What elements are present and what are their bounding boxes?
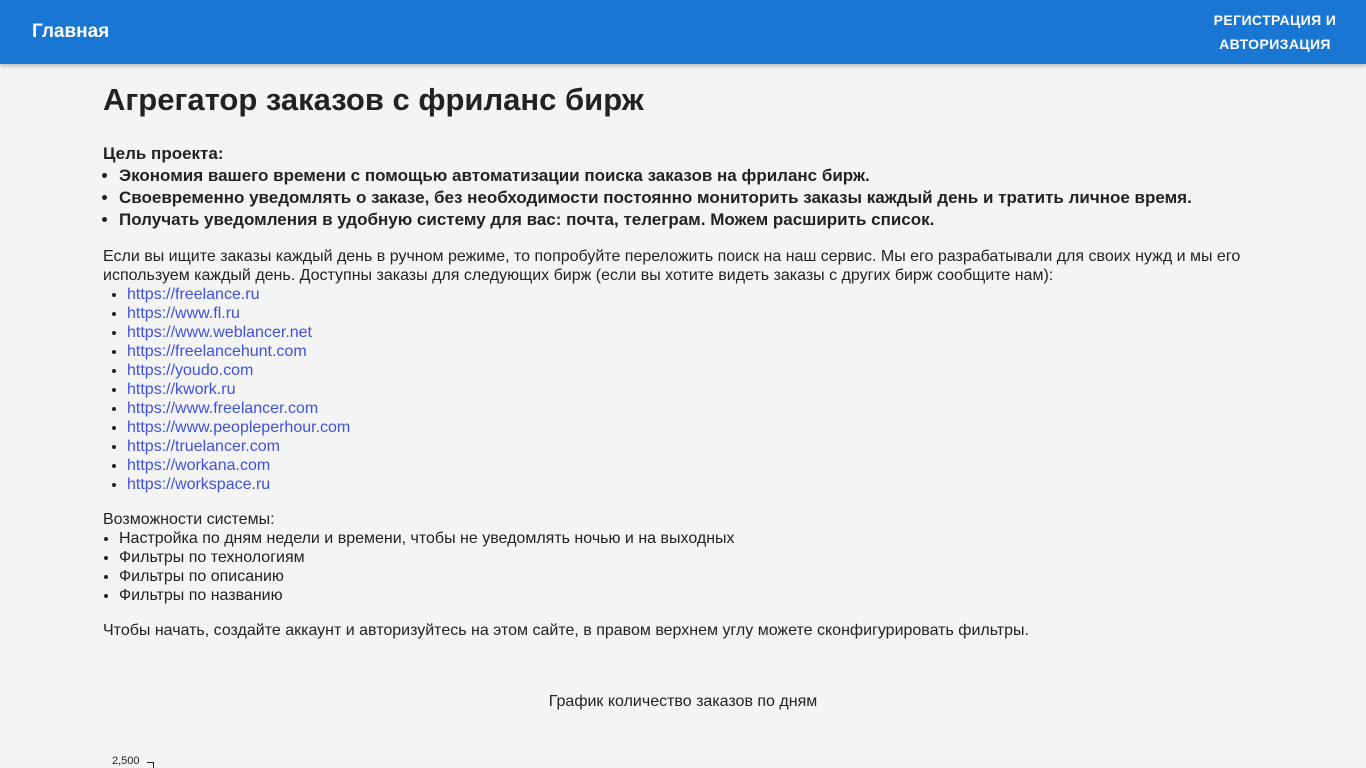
site-link-peopleperhour[interactable]: https://www.peopleperhour.com bbox=[127, 419, 350, 436]
site-link-freelancer[interactable]: https://www.freelancer.com bbox=[127, 400, 318, 417]
intro-text: Если вы ищите заказы каждый день в ручно… bbox=[103, 248, 1241, 284]
goal-item: Своевременно уведомлять о заказе, без не… bbox=[119, 187, 1263, 209]
home-link[interactable]: Главная bbox=[32, 20, 109, 44]
site-list: https://freelance.ru https://www.fl.ru h… bbox=[103, 285, 1263, 494]
start-instructions: Чтобы начать, создайте аккаунт и авториз… bbox=[103, 622, 1029, 639]
register-login-button[interactable]: РЕГИСТРАЦИЯ И АВТОРИЗАЦИЯ bbox=[1202, 8, 1348, 56]
site-item: https://workana.com bbox=[127, 456, 1263, 475]
feature-item: Настройка по дням недели и времени, чтоб… bbox=[119, 529, 1263, 548]
site-link-youdo[interactable]: https://youdo.com bbox=[127, 362, 253, 379]
goal-list: Экономия вашего времени с помощью автома… bbox=[103, 165, 1263, 231]
site-link-freelance-ru[interactable]: https://freelance.ru bbox=[127, 286, 260, 303]
goal-item: Экономия вашего времени с помощью автома… bbox=[119, 165, 1263, 187]
site-item: https://www.weblancer.net bbox=[127, 323, 1263, 342]
site-item: https://youdo.com bbox=[127, 361, 1263, 380]
chart-title: График количество заказов по дням bbox=[548, 693, 818, 710]
site-item: https://freelancehunt.com bbox=[127, 342, 1263, 361]
feature-item: Фильтры по технологиям bbox=[119, 548, 1263, 567]
site-link-weblancer[interactable]: https://www.weblancer.net bbox=[127, 324, 312, 341]
site-item: https://www.peopleperhour.com bbox=[127, 418, 1263, 437]
site-link-kwork[interactable]: https://kwork.ru bbox=[127, 381, 235, 398]
goal-item: Получать уведомления в удобную систему д… bbox=[119, 209, 1263, 231]
site-link-truelancer[interactable]: https://truelancer.com bbox=[127, 438, 280, 455]
site-item: https://workspace.ru bbox=[127, 475, 1263, 494]
site-item: https://truelancer.com bbox=[127, 437, 1263, 456]
features-title: Возможности системы: bbox=[103, 511, 275, 528]
chart-y-axis bbox=[147, 762, 154, 768]
site-link-workana[interactable]: https://workana.com bbox=[127, 457, 270, 474]
chart-y-tick-label: 2,500 bbox=[112, 755, 140, 767]
page-title: Агрегатор заказов с фриланс бирж bbox=[103, 82, 644, 117]
site-link-freelancehunt[interactable]: https://freelancehunt.com bbox=[127, 343, 307, 360]
feature-item: Фильтры по описанию bbox=[119, 567, 1263, 586]
app-bar: Главная РЕГИСТРАЦИЯ И АВТОРИЗАЦИЯ bbox=[0, 0, 1366, 64]
site-item: https://kwork.ru bbox=[127, 380, 1263, 399]
register-login-label-line1: РЕГИСТРАЦИЯ И bbox=[1213, 12, 1337, 28]
goal-title: Цель проекта: bbox=[103, 144, 224, 163]
site-item: https://freelance.ru bbox=[127, 285, 1263, 304]
site-link-workspace[interactable]: https://workspace.ru bbox=[127, 476, 270, 493]
site-item: https://www.freelancer.com bbox=[127, 399, 1263, 418]
site-link-fl-ru[interactable]: https://www.fl.ru bbox=[127, 305, 240, 322]
feature-list: Настройка по дням недели и времени, чтоб… bbox=[103, 529, 1263, 605]
main-content: Агрегатор заказов с фриланс бирж Цель пр… bbox=[103, 82, 1263, 640]
feature-item: Фильтры по названию bbox=[119, 586, 1263, 605]
site-item: https://www.fl.ru bbox=[127, 304, 1263, 323]
register-login-label-line2: АВТОРИЗАЦИЯ bbox=[1219, 36, 1331, 52]
